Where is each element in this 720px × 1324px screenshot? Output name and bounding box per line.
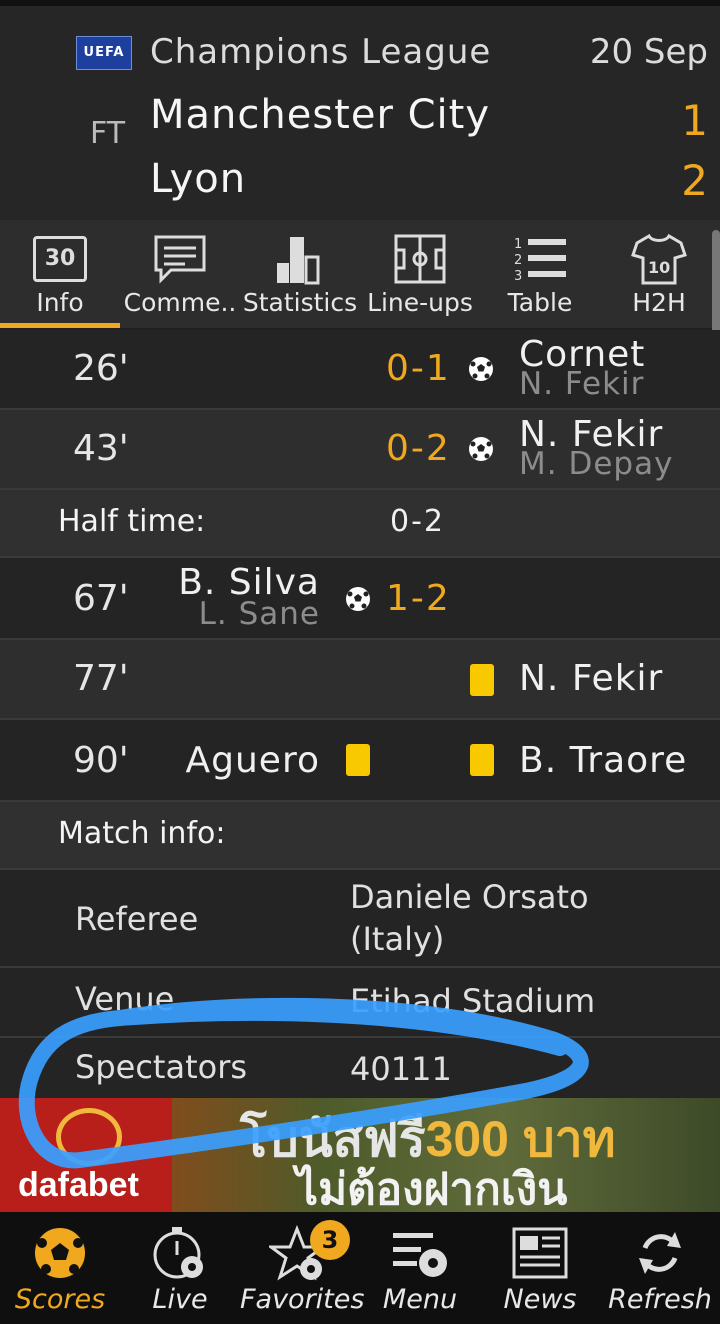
menu-ball-icon [360,1220,480,1286]
nav-refresh[interactable]: Refresh [600,1212,720,1324]
home-team-name: Manchester City [150,92,491,138]
tab-info[interactable]: 30 Info [0,220,120,328]
event-minute: 43' [73,428,129,469]
halftime-score: 0-2 [390,504,445,539]
uefa-logo-icon: UEFA [76,36,132,70]
match-date: 20 Sep [589,32,708,72]
active-tab-indicator [0,323,120,328]
svg-text:10: 10 [648,258,670,277]
event-row: 26' 0-1 Cornet N. Fekir [0,330,720,410]
tab-table-label: Table [507,288,573,317]
refresh-icon [600,1220,720,1286]
shirt-icon: 10 [602,232,716,286]
event-minute: 90' [73,740,129,781]
newspaper-icon [480,1220,600,1286]
event-assist: M. Depay [519,446,674,482]
event-assist: L. Sane [198,596,320,632]
event-row: 67' B. Silva L. Sane 1-2 [0,558,720,640]
yellow-card-icon [346,744,370,776]
away-score: 2 [681,156,708,205]
nav-live[interactable]: Live [120,1212,240,1324]
nav-favorites[interactable]: 3 Favorites [240,1212,365,1324]
goal-ball-icon [346,587,370,611]
match-status: FT [90,116,126,151]
comment-icon [122,232,238,286]
tab-statistics[interactable]: Statistics [240,220,360,328]
soccer-ball-icon [0,1220,120,1286]
tab-comments-label: Comme.. [123,288,237,317]
event-row: 77' N. Fekir [0,640,720,720]
statistics-icon [240,232,360,286]
info-row-spectators: Spectators 40111 [0,1038,720,1100]
event-home-player: Aguero [185,740,320,781]
event-minute: 26' [73,348,129,389]
tab-h2h-label: H2H [632,288,686,317]
tab-h2h[interactable]: 10 H2H [602,220,716,328]
nav-menu-label: Menu [382,1284,458,1315]
yellow-card-icon [470,664,494,696]
halftime-row: Half time: 0-2 [0,490,720,558]
match-tab-bar: 30 Info Comme.. Statistics Line-ups 123 … [0,220,720,520]
event-assist: N. Fekir [519,366,645,402]
info-row-venue: Venue Etihad Stadium [0,968,720,1038]
event-score: 0-1 [386,348,451,389]
svg-text:1: 1 [514,237,522,252]
tab-statistics-label: Statistics [242,288,358,317]
venue-value: Etihad Stadium [350,982,596,1020]
event-minute: 67' [73,578,129,619]
nav-scores-label: Scores [14,1284,106,1315]
goal-ball-icon [469,437,493,461]
dafabet-logo: dafabet [0,1098,172,1212]
event-row: 43' 0-2 N. Fekir M. Depay [0,410,720,490]
away-team-name: Lyon [150,156,247,202]
nav-menu[interactable]: Menu [360,1212,480,1324]
info-row-referee: Referee Daniele Orsato (Italy) [0,870,720,968]
tab-table[interactable]: 123 Table [480,220,600,328]
bottom-navigation: Scores Live 3 Favorites Menu News Refres… [0,1212,720,1324]
home-score: 1 [681,96,708,145]
tab-comments[interactable]: Comme.. [122,220,238,328]
tab-info-label: Info [36,288,84,317]
competition-name: Champions League [150,32,492,72]
yellow-card-icon [470,744,494,776]
ad-banner[interactable]: dafabet โบนัสฟรี300 บาท ไม่ต้องฝากเงิน [0,1098,720,1212]
stopwatch-ball-icon [120,1220,240,1286]
match-info-title: Match info: [58,816,226,851]
goal-ball-icon [469,357,493,381]
nav-news-label: News [503,1284,577,1315]
event-away-player: B. Traore [519,740,688,781]
ad-subline: ไม่ต้องฝากเงิน [296,1165,568,1212]
nav-news[interactable]: News [480,1212,600,1324]
brand-circle-icon [56,1108,122,1166]
scoreboard-icon: 30 [0,232,120,286]
event-score: 0-2 [386,428,451,469]
halftime-label: Half time: [58,504,206,539]
tab-lineups[interactable]: Line-ups [362,220,478,328]
lineups-icon [362,232,478,286]
svg-text:3: 3 [514,269,522,284]
event-minute: 77' [73,658,129,699]
referee-label: Referee [75,900,199,938]
nav-favorites-label: Favorites [240,1284,365,1315]
match-header: UEFA Champions League 20 Sep FT Manchest… [0,6,720,220]
spectators-value: 40111 [350,1050,452,1088]
nav-scores[interactable]: Scores [0,1212,120,1324]
event-score: 1-2 [386,578,451,619]
tab-lineups-label: Line-ups [367,288,473,317]
event-player: N. Fekir [519,658,664,699]
referee-value: Daniele Orsato (Italy) [350,878,589,958]
event-row: 90' Aguero B. Traore [0,720,720,802]
favorites-count-badge: 3 [310,1220,350,1260]
svg-text:2: 2 [514,253,522,268]
venue-label: Venue [75,980,175,1018]
nav-live-label: Live [152,1284,208,1315]
match-info-header: Match info: [0,802,720,870]
table-icon: 123 [480,232,600,286]
nav-refresh-label: Refresh [608,1284,712,1315]
spectators-label: Spectators [75,1048,248,1086]
